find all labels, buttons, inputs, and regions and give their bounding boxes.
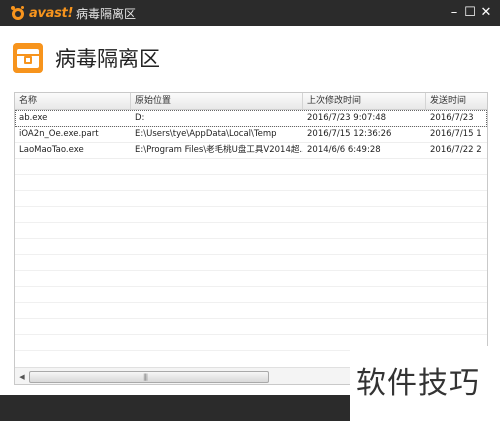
- watermark: 软件技巧: [350, 346, 500, 421]
- table-row[interactable]: iOA2n_Oe.exe.part E:\Users\tye\AppData\L…: [15, 126, 487, 143]
- cell-sent: 2016/7/15 1: [430, 129, 482, 139]
- watermark-text: 软件技巧: [356, 366, 480, 401]
- column-header-location[interactable]: 原始位置: [131, 93, 303, 109]
- cell-name: ab.exe: [19, 113, 48, 123]
- avast-orb-icon: [11, 6, 24, 20]
- table-row[interactable]: LaoMaoTao.exe E:\Program Files\老毛桃U盘工具V2…: [15, 142, 487, 159]
- cell-modified: 2016/7/23 9:07:48: [307, 113, 387, 123]
- close-button[interactable]: ✕: [478, 2, 494, 22]
- cell-modified: 2014/6/6 6:49:28: [307, 145, 381, 155]
- table-row[interactable]: ab.exe D: 2016/7/23 9:07:48 2016/7/23: [15, 110, 487, 127]
- window-title: 病毒隔离区: [76, 7, 137, 21]
- empty-row-line: [15, 206, 487, 207]
- page-title: 病毒隔离区: [55, 47, 160, 71]
- scroll-grip-icon: |||: [143, 373, 148, 381]
- cell-location: E:\Program Files\老毛桃U盘工具V2014超...: [135, 145, 303, 155]
- empty-row-line: [15, 254, 487, 255]
- chest-lock-icon: [13, 43, 43, 73]
- column-header-name[interactable]: 名称: [15, 93, 131, 109]
- empty-row-line: [15, 334, 487, 335]
- cell-location: D:: [135, 113, 145, 123]
- empty-row-line: [15, 270, 487, 271]
- quarantine-table: 名称 原始位置 上次修改时间 发送时间 ab.exe D: 2016/7/23 …: [14, 92, 488, 385]
- maximize-button[interactable]: ☐: [462, 2, 478, 22]
- empty-row-line: [15, 318, 487, 319]
- table-body: ab.exe D: 2016/7/23 9:07:48 2016/7/23 iO…: [15, 110, 487, 366]
- brand-text: avast!: [29, 5, 74, 21]
- empty-row-line: [15, 302, 487, 303]
- cell-location: E:\Users\tye\AppData\Local\Temp: [135, 129, 277, 139]
- cell-sent: 2016/7/23: [430, 113, 474, 123]
- cell-name: LaoMaoTao.exe: [19, 145, 84, 155]
- cell-modified: 2016/7/15 12:36:26: [307, 129, 392, 139]
- avast-logo: avast!: [10, 4, 73, 22]
- quarantine-window: avast! 病毒隔离区 – ☐ ✕ 病毒隔离区 名称 原始位置 上次修改时间 …: [0, 0, 500, 421]
- content-panel: 病毒隔离区 名称 原始位置 上次修改时间 发送时间 ab.exe D: 2016…: [0, 26, 500, 395]
- minimize-button[interactable]: –: [446, 2, 462, 22]
- title-bar[interactable]: avast! 病毒隔离区 – ☐ ✕: [0, 0, 500, 26]
- scroll-left-arrow-icon[interactable]: ◀: [17, 371, 27, 382]
- cell-name: iOA2n_Oe.exe.part: [19, 129, 99, 139]
- empty-row-line: [15, 190, 487, 191]
- column-header-sent[interactable]: 发送时间: [426, 93, 487, 109]
- cell-sent: 2016/7/22 2: [430, 145, 482, 155]
- empty-row-line: [15, 238, 487, 239]
- empty-row-line: [15, 174, 487, 175]
- scrollbar-thumb[interactable]: |||: [29, 371, 269, 383]
- table-header: 名称 原始位置 上次修改时间 发送时间: [15, 93, 487, 110]
- empty-row-line: [15, 222, 487, 223]
- column-header-modified[interactable]: 上次修改时间: [303, 93, 426, 109]
- empty-row-line: [15, 286, 487, 287]
